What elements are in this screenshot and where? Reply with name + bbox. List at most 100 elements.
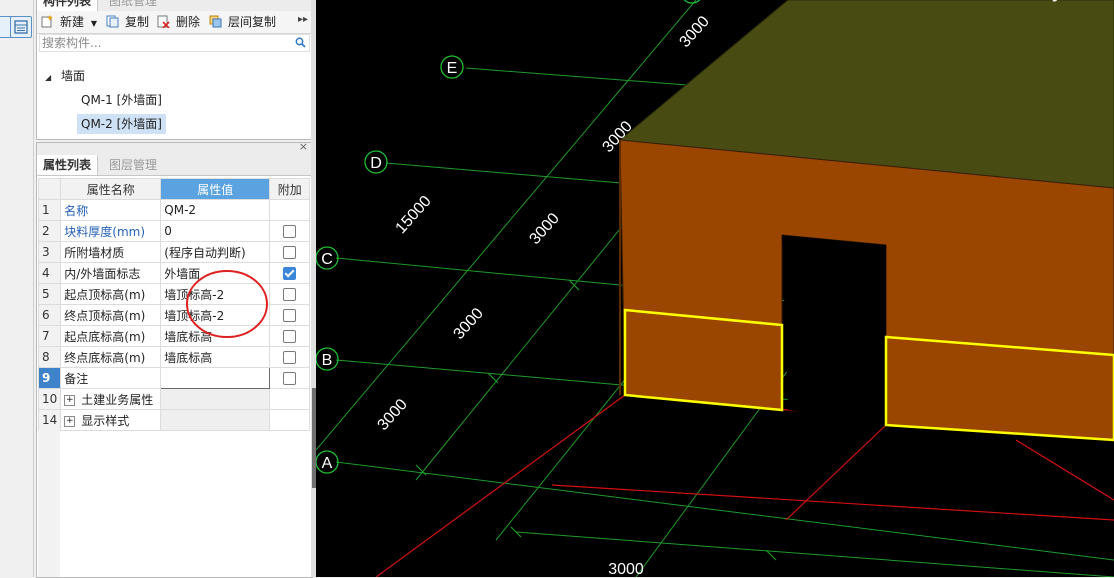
property-value[interactable]: QM-2 <box>160 199 271 221</box>
3d-viewport[interactable]: E D C B A 15000 3000 3000 3000 3000 3000… <box>316 0 1114 577</box>
property-name: 终点底标高(m) <box>60 346 162 368</box>
dimension-line-bottom <box>515 531 1114 577</box>
tab-component-list[interactable]: 构件列表 <box>37 0 99 11</box>
component-toolbar: 新建 ▼ 复制 删除 层间复制 ▸▸ <box>37 11 312 34</box>
panel-header-strip: × <box>37 140 312 155</box>
expand-icon[interactable]: + <box>64 415 76 427</box>
component-search-input[interactable]: 搜索构件... <box>39 34 310 52</box>
copy-button[interactable]: 复制 <box>106 14 149 30</box>
new-button[interactable]: 新建 ▼ <box>41 14 97 30</box>
property-value[interactable]: 0 <box>160 220 271 242</box>
checkbox-checked[interactable] <box>283 267 297 280</box>
row-gutter <box>38 430 60 577</box>
property-name: 所附墙材质 <box>60 241 162 263</box>
component-list-panel: 构件列表 图纸管理 新建 ▼ 复制 删除 层间复制 ▸▸ 搜索构件... ◢ 墙… <box>36 0 313 140</box>
property-name: 名称 <box>60 199 162 221</box>
row-number: 10 <box>37 388 62 410</box>
property-name: 备注 <box>60 367 162 389</box>
checkbox[interactable] <box>283 372 297 385</box>
row-number: 8 <box>37 346 62 368</box>
property-extra-header[interactable]: 附加 <box>269 178 311 200</box>
tree-item-label: QM-2 [外墙面] <box>81 117 162 131</box>
property-group-label: 土建业务属性 <box>81 392 154 407</box>
grid-line-a <box>335 461 1114 561</box>
property-name: 内/外墙面标志 <box>60 262 162 284</box>
collapse-triangle-icon[interactable]: ◢ <box>45 73 51 82</box>
layout-panel-icon[interactable] <box>10 16 32 38</box>
row-number: 3 <box>37 241 62 263</box>
property-row[interactable]: 9 备注 <box>37 367 311 389</box>
property-extra <box>269 199 311 221</box>
left-toolbar-strip <box>0 0 34 577</box>
new-button-label: 新建 <box>60 15 85 29</box>
tree-item-label: QM-1 [外墙面] <box>81 93 162 107</box>
property-header-row: 属性名称 属性值 附加 <box>37 178 311 200</box>
tree-group-label: 墙面 <box>60 69 85 83</box>
row-number: 5 <box>37 283 62 305</box>
property-extra <box>269 283 311 305</box>
property-extra <box>269 367 311 389</box>
tab-drawing-management[interactable]: 图纸管理 <box>103 0 163 11</box>
property-group-label: 显示样式 <box>81 413 130 428</box>
property-extra <box>269 388 311 410</box>
property-extra <box>269 220 311 242</box>
checkbox[interactable] <box>283 246 297 259</box>
property-extra <box>269 409 311 431</box>
property-name-header[interactable]: 属性名称 <box>60 178 162 200</box>
row-number: 7 <box>37 325 62 347</box>
tree-item-qm1[interactable]: QM-1 [外墙面] <box>81 90 162 110</box>
property-row[interactable]: 8 终点底标高(m) 墙底标高 <box>37 346 311 368</box>
axis-label-c: C <box>321 251 333 268</box>
property-value[interactable]: 墙底标高 <box>160 346 271 368</box>
tab-layer-management[interactable]: 图层管理 <box>103 155 163 175</box>
search-icon[interactable] <box>295 37 306 48</box>
new-dropdown-icon[interactable]: ▼ <box>91 19 97 28</box>
door-opening <box>782 235 886 425</box>
property-panel: × 属性列表 图层管理 属性名称 属性值 附加 1 名称 QM-2 2 块料厚度(mm)… <box>36 140 313 578</box>
checkbox[interactable] <box>283 288 297 301</box>
property-extra <box>269 241 311 263</box>
toolbar-overflow-icon[interactable]: ▸▸ <box>298 14 308 25</box>
property-value[interactable] <box>160 367 271 389</box>
property-row[interactable]: 14 + 显示样式 <box>37 409 311 431</box>
viewport-canvas[interactable]: E D C B A 15000 3000 3000 3000 3000 3000… <box>316 0 1114 577</box>
property-row[interactable]: 2 块料厚度(mm) 0 <box>37 220 311 242</box>
delete-button[interactable]: 删除 <box>157 14 200 30</box>
selected-wall-surface-right[interactable] <box>884 335 1114 442</box>
axis-label-d: D <box>370 155 382 172</box>
annotation-circle <box>186 270 268 338</box>
property-value <box>160 388 271 410</box>
tab-property-list[interactable]: 属性列表 <box>37 155 99 175</box>
property-value <box>160 409 271 431</box>
property-row[interactable]: 3 所附墙材质 (程序自动判断) <box>37 241 311 263</box>
new-icon <box>41 15 53 28</box>
property-extra <box>269 304 311 326</box>
floor-copy-button[interactable]: 层间复制 <box>209 14 276 30</box>
checkbox[interactable] <box>283 225 297 238</box>
checkbox[interactable] <box>283 351 297 364</box>
property-row[interactable]: 10 + 土建业务属性 <box>37 388 311 410</box>
tree-group-wall-surface[interactable]: ◢ 墙面 <box>45 66 85 86</box>
checkbox[interactable] <box>283 309 297 322</box>
close-icon[interactable]: × <box>299 140 308 153</box>
axis-bubble-top[interactable] <box>681 0 703 4</box>
property-name: 起点顶标高(m) <box>60 283 162 305</box>
row-number: 6 <box>37 304 62 326</box>
property-name[interactable]: + 显示样式 <box>60 409 162 431</box>
property-value[interactable]: (程序自动判断) <box>160 241 271 263</box>
expand-icon[interactable]: + <box>64 394 76 406</box>
axis-label-e: E <box>447 60 458 77</box>
property-extra <box>269 346 311 368</box>
property-row[interactable]: 1 名称 QM-2 <box>37 199 311 221</box>
copy-button-label: 复制 <box>125 15 150 29</box>
dim-label-3000-d: 3000 <box>608 561 644 577</box>
selected-wall-surface-left[interactable] <box>623 308 784 412</box>
property-name[interactable]: + 土建业务属性 <box>60 388 162 410</box>
checkbox[interactable] <box>283 330 297 343</box>
row-number: 9 <box>37 367 62 389</box>
tree-item-qm2[interactable]: QM-2 [外墙面] <box>77 114 166 134</box>
dim-label-15000: 15000 <box>392 193 434 238</box>
property-value-header[interactable]: 属性值 <box>160 178 271 200</box>
delete-icon <box>157 15 170 28</box>
property-extra <box>269 262 311 284</box>
